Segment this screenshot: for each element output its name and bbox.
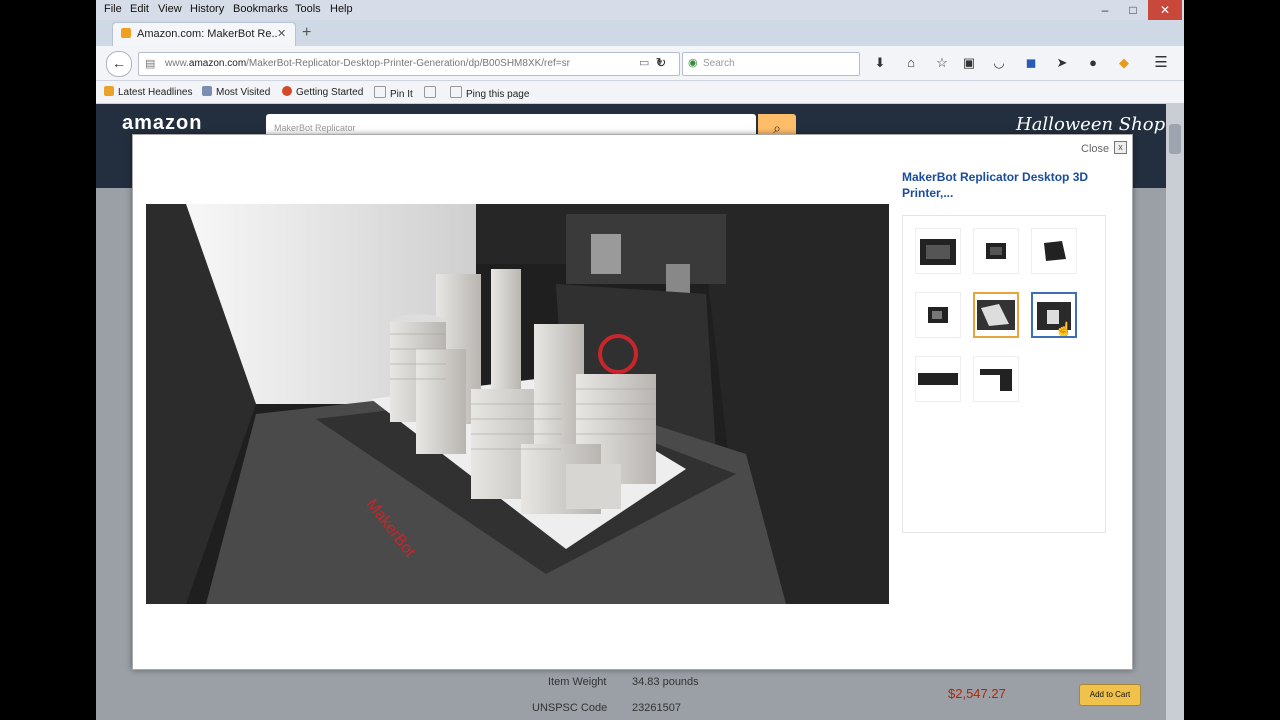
maximize-icon[interactable]: □ xyxy=(1120,0,1146,20)
addon-icon[interactable]: ◆ xyxy=(1115,54,1133,72)
rss-folder-icon xyxy=(104,86,114,96)
nav-bar: ← ▤ www.amazon.com/MakerBot-Replicator-D… xyxy=(96,46,1184,81)
reader-view-icon[interactable]: ▭ xyxy=(639,56,649,69)
spec-value: 34.83 pounds xyxy=(632,676,699,688)
thumbnail-5-selected[interactable] xyxy=(973,292,1019,338)
amazon-search-text: MakerBot Replicator xyxy=(274,123,356,133)
tab-title: Amazon.com: MakerBot Re... xyxy=(137,28,277,40)
menu-edit[interactable]: Edit xyxy=(130,3,149,15)
amazon-promo[interactable]: Halloween Shop xyxy=(1016,114,1165,135)
add-to-cart-button[interactable]: Add to Cart xyxy=(1079,684,1141,706)
bookmark-getting-started[interactable]: Getting Started xyxy=(282,86,363,98)
page-icon xyxy=(424,86,436,98)
thumbnail-printer-image xyxy=(920,239,956,265)
hand-cursor-icon: ☝ xyxy=(1055,320,1072,336)
menu-file[interactable]: File xyxy=(104,3,122,15)
bookmark-ping-this-page[interactable]: Ping this page xyxy=(450,86,529,100)
tab-amazon[interactable]: Amazon.com: MakerBot Re... ✕ xyxy=(112,22,296,47)
chat-icon[interactable]: ● xyxy=(1084,54,1102,72)
thumbnail-printer-image xyxy=(986,243,1006,259)
close-icon[interactable]: x xyxy=(1114,141,1127,154)
search-box[interactable]: ◉ Search xyxy=(682,52,860,76)
menu-history[interactable]: History xyxy=(190,3,224,15)
back-arrow-icon[interactable]: ← xyxy=(106,51,132,77)
page-scrollbar[interactable] xyxy=(1166,104,1184,720)
spec-label: Item Weight xyxy=(548,676,607,688)
home-icon[interactable]: ⌂ xyxy=(902,54,920,72)
thumbnail-printer-image xyxy=(918,373,958,385)
page-icon xyxy=(374,86,386,98)
bookmark-pin-it[interactable]: Pin It xyxy=(374,86,413,100)
menu-help[interactable]: Help xyxy=(330,3,353,15)
thumbnail-build-plate-image xyxy=(977,300,1015,330)
extension-icon[interactable]: ◼ xyxy=(1022,54,1040,72)
bookmarks-bar: Latest Headlines Most Visited Getting St… xyxy=(96,81,1184,104)
close-window-icon[interactable]: ✕ xyxy=(1148,0,1182,20)
bookmark-latest-headlines[interactable]: Latest Headlines xyxy=(104,86,193,98)
tab-close-icon[interactable]: ✕ xyxy=(277,27,286,40)
url-bar[interactable]: ▤ www.amazon.com/MakerBot-Replicator-Des… xyxy=(138,52,680,76)
page-info-icon[interactable]: ▤ xyxy=(145,57,155,70)
pocket-icon[interactable]: ◡ xyxy=(990,54,1008,72)
thumbnail-3[interactable] xyxy=(1031,228,1077,274)
browser-window: File Edit View History Bookmarks Tools H… xyxy=(96,0,1184,720)
bookmark-most-visited[interactable]: Most Visited xyxy=(202,86,270,98)
send-icon[interactable]: ➤ xyxy=(1053,54,1071,72)
thumbnail-1[interactable] xyxy=(915,228,961,274)
thumbnail-printer-image xyxy=(1044,241,1066,261)
firefox-icon xyxy=(282,86,292,96)
close-link[interactable]: Close xyxy=(1081,143,1109,155)
reload-icon[interactable]: ↻ xyxy=(652,54,670,72)
image-viewer-modal: Close x MakerBot MakerBot Replicator Des… xyxy=(132,134,1133,670)
thumbnail-8[interactable] xyxy=(973,356,1019,402)
tab-strip: Amazon.com: MakerBot Re... ✕ + xyxy=(96,20,1184,47)
new-tab-icon[interactable]: + xyxy=(302,24,311,42)
menu-bar: File Edit View History Bookmarks Tools H… xyxy=(96,0,1184,20)
menu-tools[interactable]: Tools xyxy=(295,3,321,15)
amazon-favicon-icon xyxy=(121,28,131,38)
thumbnail-7[interactable] xyxy=(915,356,961,402)
product-title[interactable]: MakerBot Replicator Desktop 3D Printer,.… xyxy=(902,169,1117,201)
thumbnail-printer-image xyxy=(928,307,948,323)
hamburger-menu-icon[interactable]: ☰ xyxy=(1152,54,1170,72)
menu-bookmarks[interactable]: Bookmarks xyxy=(233,3,288,15)
spec-label: UNSPSC Code xyxy=(532,702,608,714)
thumbnail-panel: ☝ xyxy=(902,215,1106,533)
main-product-image: MakerBot xyxy=(146,204,889,604)
thumbnail-printer-image xyxy=(980,369,1012,391)
scrollbar-thumb[interactable] xyxy=(1169,124,1181,154)
url-text: www.amazon.com/MakerBot-Replicator-Deskt… xyxy=(165,58,570,69)
download-icon[interactable]: ⬇ xyxy=(871,54,889,72)
spec-value: 23261507 xyxy=(632,702,681,714)
city-print-illustration: MakerBot xyxy=(146,204,889,604)
thumbnail-2[interactable] xyxy=(973,228,1019,274)
folder-icon xyxy=(202,86,212,96)
page-icon xyxy=(450,86,462,98)
minimize-icon[interactable]: – xyxy=(1092,0,1118,20)
bookmark-star-icon[interactable]: ☆ xyxy=(933,54,951,72)
bookmark-blank[interactable] xyxy=(424,86,440,100)
thumbnail-4[interactable] xyxy=(915,292,961,338)
search-engine-icon: ◉ xyxy=(688,57,698,69)
search-input[interactable]: Search xyxy=(703,58,735,69)
amazon-logo[interactable]: amazon xyxy=(122,112,202,135)
thumbnail-city-print-image: ☝ xyxy=(1037,302,1072,338)
clipboard-icon[interactable]: ▣ xyxy=(960,54,978,72)
price: $2,547.27 xyxy=(948,686,1006,701)
thumbnail-6-active[interactable]: ☝ xyxy=(1031,292,1077,338)
menu-view[interactable]: View xyxy=(158,3,182,15)
